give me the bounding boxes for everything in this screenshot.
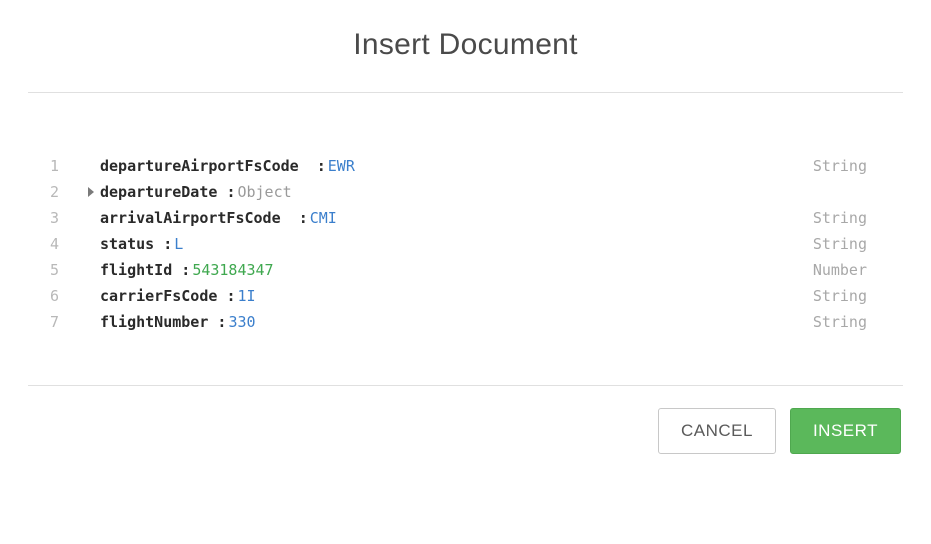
editor-row[interactable]: 1departureAirportFsCode :EWRString xyxy=(50,153,881,179)
line-number: 7 xyxy=(50,309,82,335)
colon: : xyxy=(226,283,237,309)
line-number: 2 xyxy=(50,179,82,205)
dialog-title: Insert Document xyxy=(0,0,931,92)
field-type[interactable]: String xyxy=(813,283,881,309)
field-value[interactable]: Object xyxy=(237,179,291,205)
document-editor[interactable]: 1departureAirportFsCode :EWRString2depar… xyxy=(0,93,931,385)
field-area[interactable]: departureAirportFsCode :EWR xyxy=(100,153,813,179)
field-area[interactable]: departureDate :Object xyxy=(100,179,867,205)
field-type[interactable]: String xyxy=(813,205,881,231)
key-spacer xyxy=(217,283,226,309)
expand-toggle[interactable] xyxy=(82,187,100,197)
editor-row[interactable]: 2 departureDate :Object xyxy=(50,179,881,205)
field-key[interactable]: flightNumber xyxy=(100,309,208,335)
field-type[interactable]: Number xyxy=(813,257,881,283)
insert-button[interactable]: INSERT xyxy=(790,408,901,454)
editor-row[interactable]: 3arrivalAirportFsCode :CMIString xyxy=(50,205,881,231)
field-value[interactable]: L xyxy=(174,231,183,257)
field-key[interactable]: departureDate xyxy=(100,179,217,205)
editor-row[interactable]: 5flightId :543184347Number xyxy=(50,257,881,283)
caret-right-icon xyxy=(88,187,94,197)
field-key[interactable]: carrierFsCode xyxy=(100,283,217,309)
field-value[interactable]: 1I xyxy=(237,283,255,309)
insert-document-dialog: Insert Document 1 departureAirportFsCode … xyxy=(0,0,931,544)
key-spacer xyxy=(154,231,163,257)
field-area[interactable]: flightNumber :330 xyxy=(100,309,813,335)
field-type[interactable]: String xyxy=(813,231,881,257)
key-spacer xyxy=(208,309,217,335)
line-number: 3 xyxy=(50,205,82,231)
colon: : xyxy=(217,309,228,335)
editor-row[interactable]: 7flightNumber :330String xyxy=(50,309,881,335)
editor-row[interactable]: 4status :LString xyxy=(50,231,881,257)
key-spacer xyxy=(299,153,317,179)
editor-row[interactable]: 6carrierFsCode :1IString xyxy=(50,283,881,309)
line-number: 6 xyxy=(50,283,82,309)
field-value[interactable]: 330 xyxy=(228,309,255,335)
field-key[interactable]: departureAirportFsCode xyxy=(100,153,299,179)
dialog-footer: CANCEL INSERT xyxy=(0,386,931,476)
field-area[interactable]: carrierFsCode :1I xyxy=(100,283,813,309)
line-number: 5 xyxy=(50,257,82,283)
field-area[interactable]: arrivalAirportFsCode :CMI xyxy=(100,205,813,231)
colon: : xyxy=(299,205,310,231)
field-key[interactable]: status xyxy=(100,231,154,257)
line-number: 1 xyxy=(50,153,82,179)
field-area[interactable]: status :L xyxy=(100,231,813,257)
key-spacer xyxy=(281,205,299,231)
key-spacer xyxy=(217,179,226,205)
field-value[interactable]: 543184347 xyxy=(192,257,273,283)
field-type[interactable]: String xyxy=(813,153,881,179)
colon: : xyxy=(163,231,174,257)
field-value[interactable]: CMI xyxy=(310,205,337,231)
colon: : xyxy=(317,153,328,179)
field-key[interactable]: flightId xyxy=(100,257,172,283)
line-number: 4 xyxy=(50,231,82,257)
field-area[interactable]: flightId :543184347 xyxy=(100,257,813,283)
colon: : xyxy=(226,179,237,205)
key-spacer xyxy=(172,257,181,283)
colon: : xyxy=(181,257,192,283)
field-key[interactable]: arrivalAirportFsCode xyxy=(100,205,281,231)
field-type[interactable]: String xyxy=(813,309,881,335)
field-value[interactable]: EWR xyxy=(328,153,355,179)
cancel-button[interactable]: CANCEL xyxy=(658,408,776,454)
